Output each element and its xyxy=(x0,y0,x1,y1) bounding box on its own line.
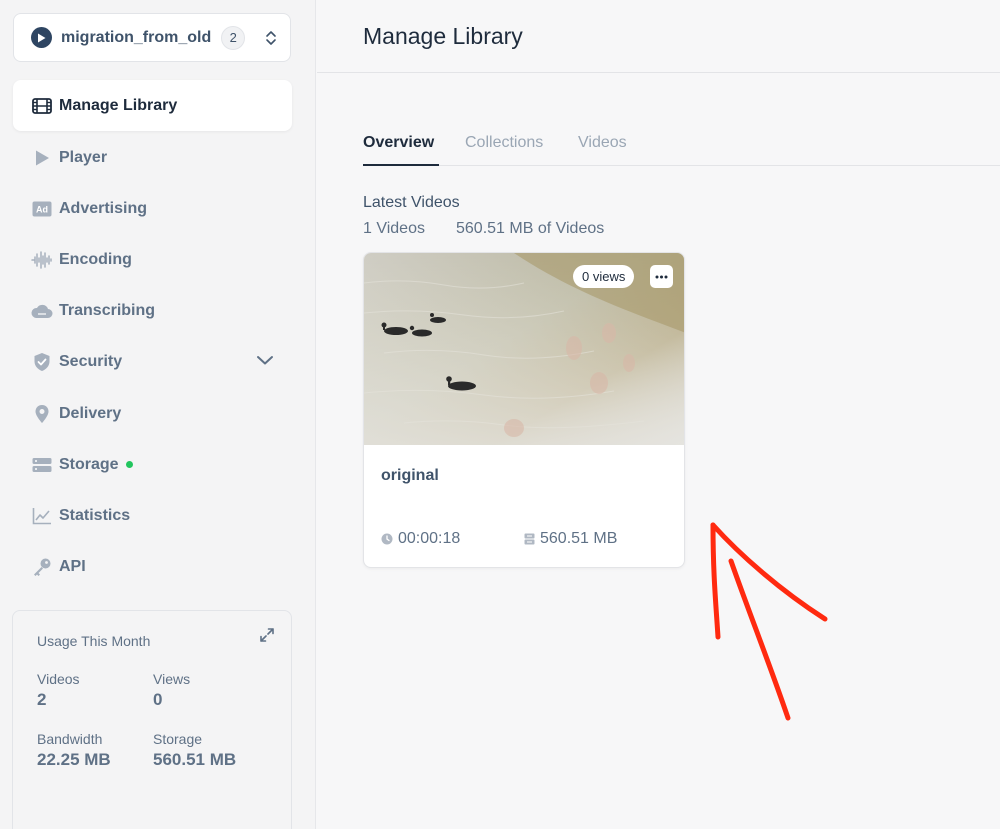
total-size: 560.51 MB of Videos xyxy=(456,220,605,237)
clock-icon xyxy=(381,533,393,545)
sidebar-item-label: Security xyxy=(59,352,123,370)
sidebar-item-label: Encoding xyxy=(59,250,132,268)
usage-title: Usage This Month xyxy=(37,633,151,649)
sidebar-item-label: Manage Library xyxy=(59,96,178,114)
sidebar-item-transcribing[interactable]: Transcribing xyxy=(13,285,292,336)
views-badge: 0 views xyxy=(573,265,635,288)
cloud-icon xyxy=(31,300,53,322)
ad-icon: Ad xyxy=(31,198,53,220)
usage-storage: Storage 560.51 MB xyxy=(153,731,237,769)
film-icon xyxy=(31,95,53,117)
page-header: Manage Library xyxy=(317,0,1000,73)
usage-bandwidth: Bandwidth 22.25 MB xyxy=(37,731,111,769)
video-duration: 00:00:18 xyxy=(381,530,460,548)
tab-bar: Overview Collections Videos xyxy=(363,128,1000,166)
sidebar-item-label: Delivery xyxy=(59,404,122,422)
sidebar-item-delivery[interactable]: Delivery xyxy=(13,388,292,439)
usage-views: Views 0 xyxy=(153,671,191,709)
sidebar-item-label: API xyxy=(59,557,86,575)
annotation-arrow xyxy=(710,522,828,721)
shield-icon xyxy=(31,351,53,373)
tab-videos[interactable]: Videos xyxy=(578,134,627,152)
play-icon xyxy=(31,147,53,169)
sidebar-item-storage[interactable]: Storage xyxy=(13,439,292,490)
sidebar-item-label: Player xyxy=(59,148,108,166)
storage-icon xyxy=(524,533,535,545)
sidebar-item-api[interactable]: API xyxy=(13,541,292,592)
more-options-button[interactable] xyxy=(650,265,673,288)
status-dot xyxy=(125,461,133,468)
sidebar: migration_from_old 2 Manage Library Play… xyxy=(0,0,316,829)
library-name: migration_from_old xyxy=(61,28,212,46)
video-title[interactable]: original xyxy=(381,467,439,485)
chevron-up-down-icon xyxy=(264,29,278,47)
chevron-down-icon[interactable] xyxy=(256,353,274,371)
page-title: Manage Library xyxy=(363,23,523,49)
sidebar-item-encoding[interactable]: Encoding xyxy=(13,234,292,285)
play-circle-icon xyxy=(31,27,52,48)
video-thumbnail[interactable] xyxy=(364,253,685,445)
svg-text:Ad: Ad xyxy=(36,204,48,214)
active-tab-indicator xyxy=(363,164,439,166)
library-selector[interactable]: migration_from_old 2 xyxy=(13,13,291,62)
sidebar-item-label: Statistics xyxy=(59,506,131,524)
server-icon xyxy=(31,454,53,476)
sidebar-item-statistics[interactable]: Statistics xyxy=(13,490,292,541)
tab-overview[interactable]: Overview xyxy=(363,134,434,152)
main-content: Manage Library Overview Collections Vide… xyxy=(317,0,1000,829)
usage-panel: Usage This Month Videos 2 Views 0 Bandwi… xyxy=(12,610,292,829)
chart-icon xyxy=(31,505,53,527)
sidebar-item-security[interactable]: Security xyxy=(13,336,292,387)
expand-icon[interactable] xyxy=(259,627,275,648)
video-count: 1 Videos xyxy=(363,220,425,237)
sidebar-item-label: Transcribing xyxy=(59,301,156,319)
sidebar-item-label: Advertising xyxy=(59,199,148,217)
library-count-badge: 2 xyxy=(221,25,246,50)
latest-videos-heading: Latest Videos xyxy=(363,194,460,211)
key-icon xyxy=(31,556,53,578)
tab-collections[interactable]: Collections xyxy=(465,134,543,152)
sidebar-item-player[interactable]: Player xyxy=(13,132,292,183)
sidebar-item-manage-library[interactable]: Manage Library xyxy=(13,80,292,131)
sidebar-item-label: Storage xyxy=(59,455,119,473)
waveform-icon xyxy=(31,249,53,271)
usage-videos: Videos 2 xyxy=(37,671,80,709)
video-size: 560.51 MB xyxy=(524,530,617,548)
sidebar-item-advertising[interactable]: Ad Advertising xyxy=(13,183,292,234)
location-pin-icon xyxy=(31,403,53,425)
video-card[interactable]: 0 views original 00:00:18 560.51 MB xyxy=(363,252,685,568)
